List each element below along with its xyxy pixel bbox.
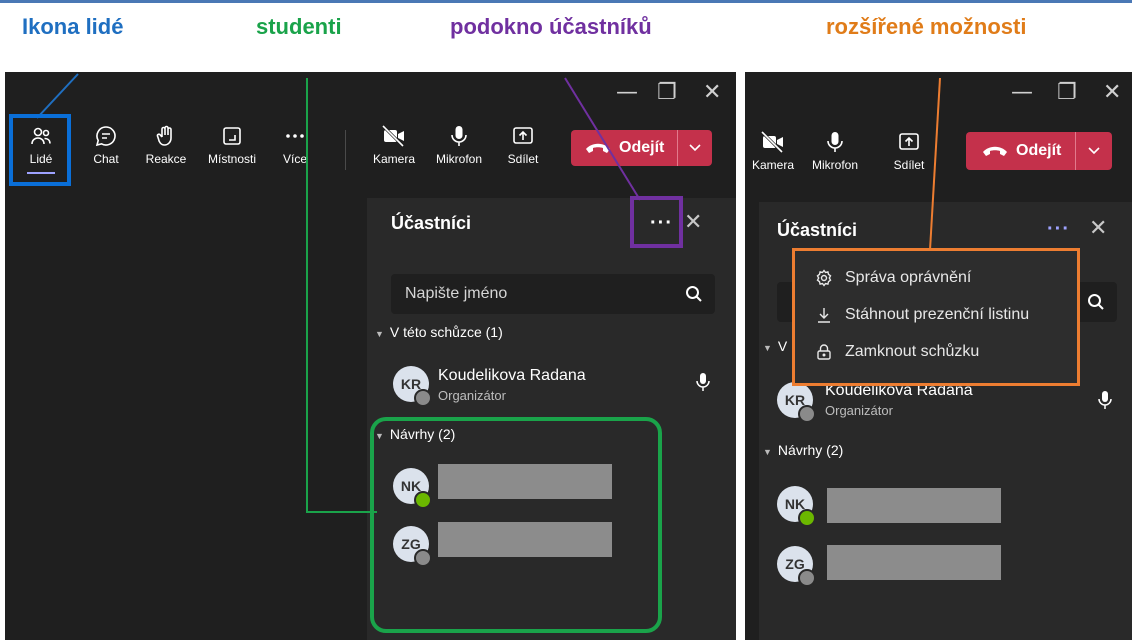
more-options-highlight-box — [630, 196, 683, 248]
people-callout-line — [36, 73, 79, 119]
students-callout-line — [306, 78, 377, 513]
more-options-callout-line — [929, 77, 941, 251]
annotation-overlay — [9, 73, 941, 633]
pane-callout-line — [564, 77, 641, 201]
students-highlight-box — [370, 417, 662, 633]
people-highlight-box — [9, 114, 71, 186]
